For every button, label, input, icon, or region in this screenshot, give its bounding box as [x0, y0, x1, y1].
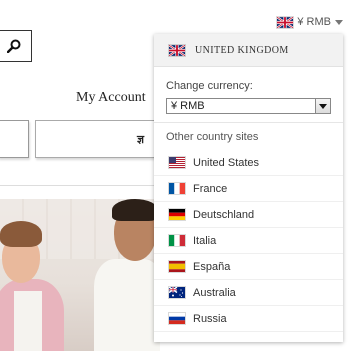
- divider: [0, 185, 160, 186]
- left-button[interactable]: [0, 120, 29, 158]
- current-country-header[interactable]: UNITED KINGDOM: [154, 34, 343, 67]
- it-flag-icon: [169, 235, 185, 246]
- country-label: France: [193, 182, 228, 195]
- change-currency-label: Change currency:: [166, 80, 253, 92]
- fr-flag-icon: [169, 183, 185, 194]
- country-dropdown: UNITED KINGDOM Change currency: ¥ RMB Ot…: [154, 34, 343, 342]
- country-list: United States France Deutschland Italia …: [154, 150, 343, 332]
- country-label: Deutschland: [193, 208, 255, 221]
- search-icon: [7, 39, 21, 53]
- currency-toggle[interactable]: ¥ RMB: [277, 14, 343, 30]
- country-item-italy[interactable]: Italia: [154, 228, 343, 254]
- de-flag-icon: [169, 209, 185, 220]
- caret-down-icon: [335, 19, 343, 25]
- my-account-link[interactable]: My Account: [76, 90, 146, 106]
- account-button-label: ज्ञ: [137, 134, 145, 146]
- country-label: United States: [193, 156, 260, 169]
- currency-label: ¥ RMB: [297, 16, 331, 28]
- search-button[interactable]: [0, 30, 32, 62]
- country-label: Italia: [193, 234, 217, 247]
- au-flag-icon: [169, 287, 185, 298]
- chevron-down-icon: [319, 104, 327, 109]
- current-country-label: UNITED KINGDOM: [195, 44, 289, 56]
- country-label: Australia: [193, 286, 236, 299]
- other-sites-label: Other country sites: [166, 131, 259, 143]
- country-label: España: [193, 260, 231, 273]
- uk-flag-icon: [277, 16, 294, 28]
- country-item-us[interactable]: United States: [154, 150, 343, 176]
- country-label: Russia: [193, 312, 227, 325]
- ru-flag-icon: [169, 313, 185, 324]
- currency-select[interactable]: ¥ RMB: [166, 98, 331, 114]
- es-flag-icon: [169, 261, 185, 272]
- country-item-australia[interactable]: Australia: [154, 280, 343, 306]
- country-item-russia[interactable]: Russia: [154, 306, 343, 332]
- hero-image: [0, 199, 160, 351]
- country-item-spain[interactable]: España: [154, 254, 343, 280]
- panel-divider: [154, 122, 343, 123]
- us-flag-icon: [169, 157, 185, 168]
- country-item-germany[interactable]: Deutschland: [154, 202, 343, 228]
- currency-select-value: ¥ RMB: [171, 100, 205, 112]
- country-item-france[interactable]: France: [154, 176, 343, 202]
- uk-flag-icon: [169, 44, 185, 56]
- select-arrow-button[interactable]: [315, 99, 330, 113]
